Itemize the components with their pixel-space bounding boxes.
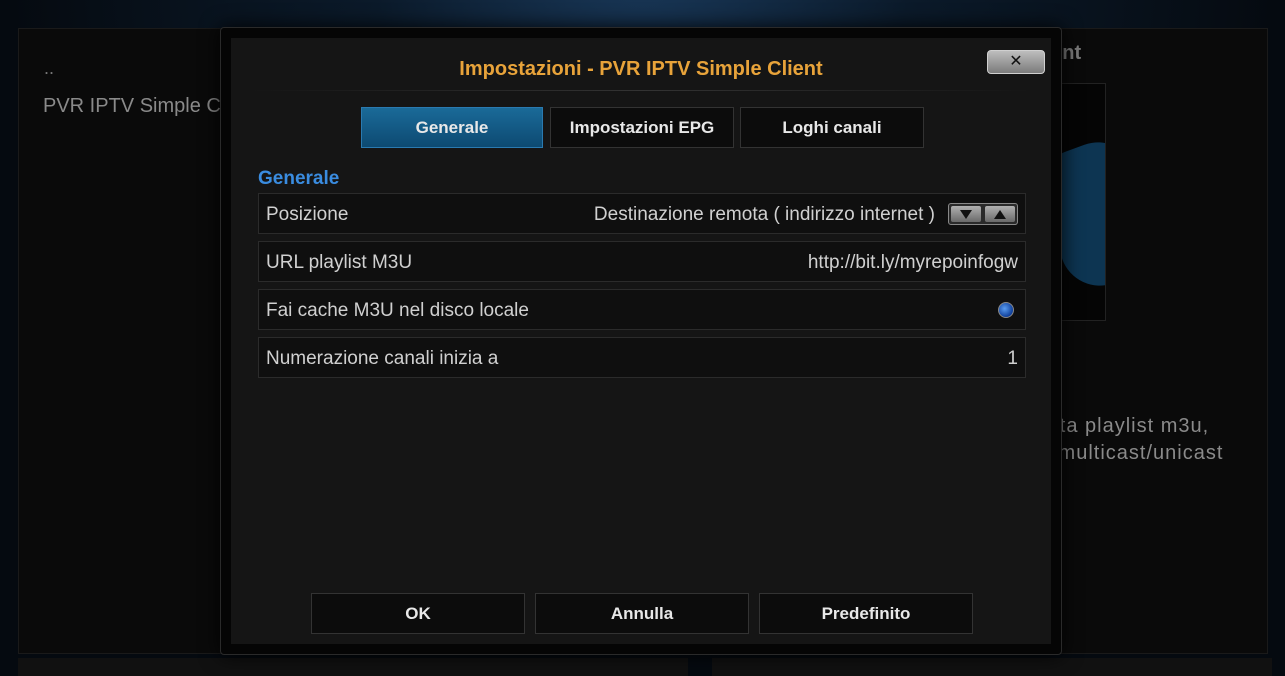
- setting-value: http://bit.ly/myrepoinfogw: [807, 252, 1018, 273]
- close-button[interactable]: ✕: [987, 50, 1045, 74]
- section-title: Generale: [258, 168, 340, 189]
- settings-dialog: Impostazioni - PVR IPTV Simple Client ✕ …: [220, 27, 1062, 655]
- setting-url-playlist[interactable]: URL playlist M3U http://bit.ly/myrepoinf…: [258, 241, 1026, 282]
- dialog-body: Impostazioni - PVR IPTV Simple Client ✕ …: [231, 38, 1051, 644]
- radio-checked-icon[interactable]: [998, 302, 1014, 318]
- parent-dir-item[interactable]: ..: [44, 58, 54, 79]
- tab-loghi-canali[interactable]: Loghi canali: [740, 107, 924, 148]
- addon-description: orta playlist m3u, ti multicast/unicast: [1040, 413, 1223, 467]
- title-divider: [251, 90, 1031, 91]
- setting-channel-numbering[interactable]: Numerazione canali inizia a 1: [258, 337, 1026, 378]
- description-line: orta playlist m3u,: [1040, 415, 1210, 437]
- tab-generale[interactable]: Generale: [361, 107, 543, 148]
- tab-impostazioni-epg[interactable]: Impostazioni EPG: [550, 107, 734, 148]
- spin-up-button[interactable]: [985, 206, 1015, 222]
- cancel-button[interactable]: Annulla: [535, 593, 749, 634]
- arrow-up-icon: [994, 209, 1006, 219]
- description-line: ti multicast/unicast: [1040, 442, 1224, 464]
- background-strip-right: [712, 658, 1272, 676]
- default-button[interactable]: Predefinito: [759, 593, 973, 634]
- setting-label: Fai cache M3U nel disco locale: [266, 300, 529, 321]
- arrow-down-icon: [960, 209, 972, 219]
- setting-label: Posizione: [266, 204, 349, 225]
- ok-button[interactable]: OK: [311, 593, 525, 634]
- dialog-title: Impostazioni - PVR IPTV Simple Client: [459, 58, 823, 80]
- spin-down-button[interactable]: [951, 206, 981, 222]
- setting-label: URL playlist M3U: [266, 252, 413, 273]
- spinner-control: [948, 203, 1018, 225]
- background-strip-left: [18, 658, 688, 676]
- setting-posizione[interactable]: Posizione Destinazione remota ( indirizz…: [258, 193, 1026, 234]
- addon-list-item[interactable]: PVR IPTV Simple C: [43, 95, 221, 118]
- setting-cache-m3u[interactable]: Fai cache M3U nel disco locale: [258, 289, 1026, 330]
- setting-label: Numerazione canali inizia a: [266, 348, 499, 369]
- setting-value: 1: [1007, 348, 1018, 369]
- setting-value: Destinazione remota ( indirizzo internet…: [593, 204, 935, 225]
